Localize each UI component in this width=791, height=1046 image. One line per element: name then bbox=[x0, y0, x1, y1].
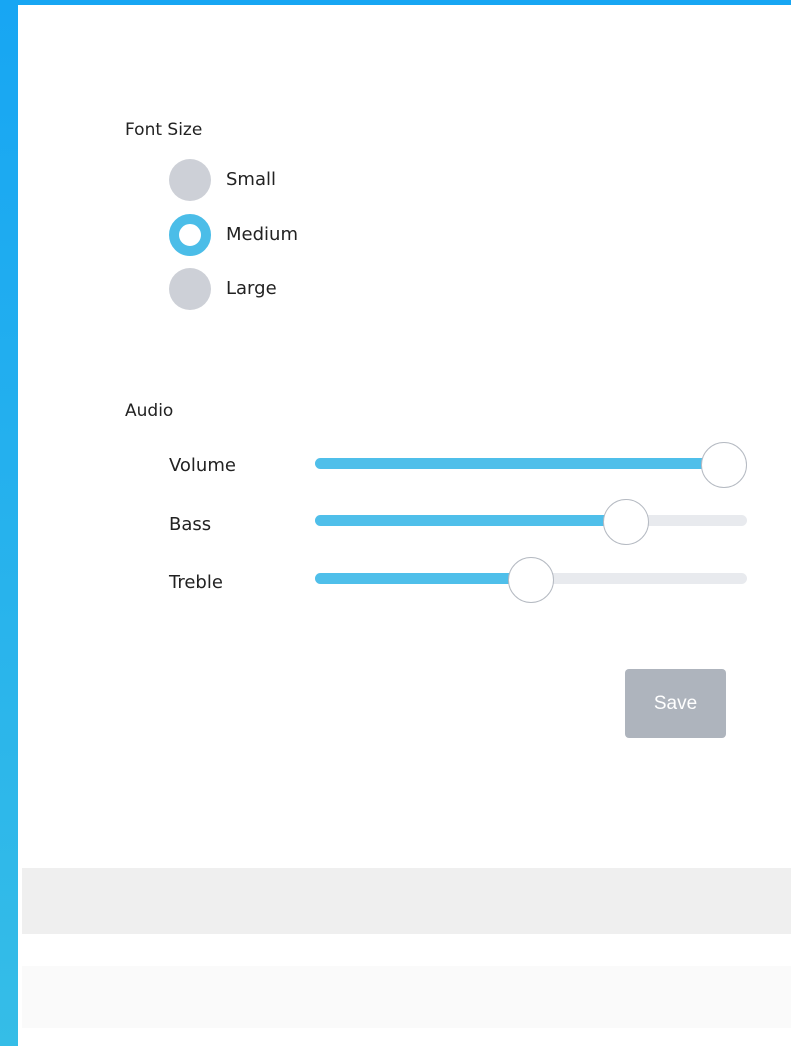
radio-medium-label: Medium bbox=[226, 224, 298, 245]
volume-slider-thumb[interactable] bbox=[701, 442, 747, 488]
volume-slider[interactable] bbox=[315, 442, 747, 488]
radio-large-label: Large bbox=[226, 278, 277, 299]
bass-slider[interactable] bbox=[315, 499, 747, 545]
radio-small-label: Small bbox=[226, 169, 276, 190]
save-button[interactable]: Save bbox=[625, 669, 726, 738]
bass-slider-thumb[interactable] bbox=[603, 499, 650, 545]
radio-small-indicator[interactable] bbox=[169, 159, 211, 201]
treble-slider-fill bbox=[315, 573, 531, 584]
radio-medium[interactable]: Medium bbox=[169, 213, 298, 257]
bass-slider-fill bbox=[315, 515, 627, 526]
radio-medium-indicator[interactable] bbox=[169, 214, 211, 256]
radio-large-indicator[interactable] bbox=[169, 268, 211, 310]
treble-label: Treble bbox=[169, 572, 223, 593]
radio-large[interactable]: Large bbox=[169, 267, 277, 311]
font-size-heading: Font Size bbox=[125, 120, 203, 140]
radio-small[interactable]: Small bbox=[169, 158, 276, 202]
treble-slider-thumb[interactable] bbox=[508, 557, 554, 603]
treble-slider[interactable] bbox=[315, 557, 747, 603]
footer-band-primary bbox=[22, 868, 791, 934]
settings-panel: Font Size Small Medium Large Audio Volum… bbox=[18, 5, 791, 1046]
volume-slider-fill bbox=[315, 458, 724, 469]
bass-label: Bass bbox=[169, 514, 212, 535]
audio-heading: Audio bbox=[125, 401, 174, 421]
volume-label: Volume bbox=[169, 455, 236, 476]
footer-band-secondary bbox=[22, 966, 791, 1028]
